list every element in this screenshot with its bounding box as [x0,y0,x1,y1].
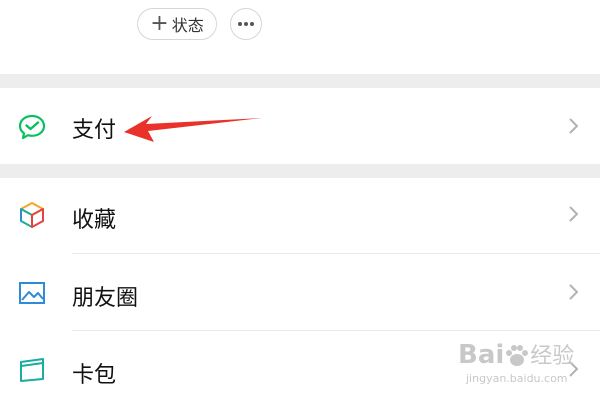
paw-icon [506,344,529,366]
card-wallet-icon [20,358,44,382]
menu-item-cards-label: 卡包 [72,363,117,388]
moments-image-icon [19,282,45,304]
favorites-cube-icon [20,202,44,228]
section-gap [0,164,600,178]
watermark-url: jingyan.baidu.com [466,372,568,385]
menu-item-favorites-label: 收藏 [72,208,117,233]
watermark-brand: Bai 经验 [458,340,575,370]
chevron-right-icon [569,206,579,222]
menu-item-moments[interactable]: 朋友圈 [0,254,600,331]
menu-item-favorites[interactable]: 收藏 [0,178,600,254]
menu-item-moments-label: 朋友圈 [72,286,139,311]
chevron-right-icon [569,284,579,300]
